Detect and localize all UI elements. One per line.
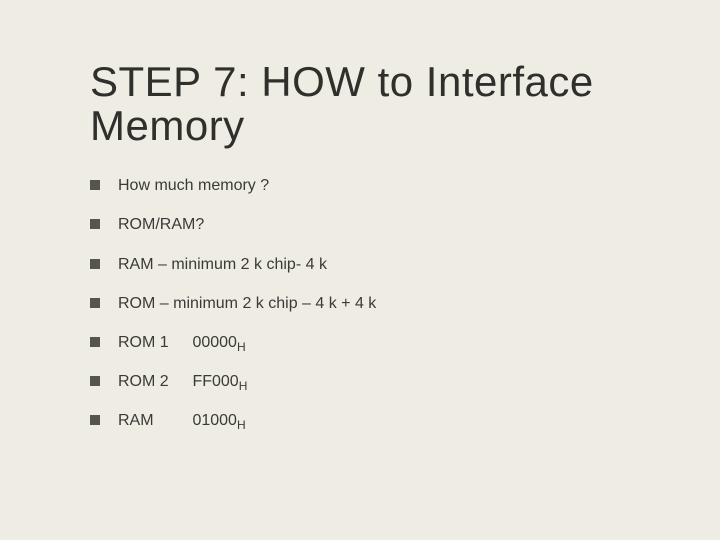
addr-subscript: H (237, 419, 246, 433)
mem-addr: 01000 (192, 412, 237, 429)
mem-label: ROM 1 (118, 333, 188, 352)
list-item: RAM 01000H (90, 411, 640, 430)
list-item: ROM – minimum 2 k chip – 4 k + 4 k (90, 294, 640, 313)
bullet-text: How much memory ? (118, 177, 269, 194)
mem-addr: 00000 (192, 334, 237, 351)
slide-title: STEP 7: HOW to Interface Memory (90, 60, 640, 148)
list-item: RAM – minimum 2 k chip- 4 k (90, 255, 640, 274)
bullet-list: How much memory ? ROM/RAM? RAM – minimum… (90, 176, 640, 430)
mem-addr: FF000 (192, 373, 238, 390)
mem-label: ROM 2 (118, 372, 188, 391)
addr-subscript: H (237, 340, 246, 354)
bullet-text: RAM – minimum 2 k chip- 4 k (118, 256, 327, 273)
list-item: ROM 2 FF000H (90, 372, 640, 391)
addr-subscript: H (239, 379, 248, 393)
bullet-text: ROM – minimum 2 k chip – 4 k + 4 k (118, 295, 376, 312)
slide: STEP 7: HOW to Interface Memory How much… (0, 0, 720, 540)
list-item: ROM 1 00000H (90, 333, 640, 352)
mem-label: RAM (118, 411, 188, 430)
list-item: ROM/RAM? (90, 215, 640, 234)
bullet-text: ROM/RAM? (118, 216, 204, 233)
list-item: How much memory ? (90, 176, 640, 195)
